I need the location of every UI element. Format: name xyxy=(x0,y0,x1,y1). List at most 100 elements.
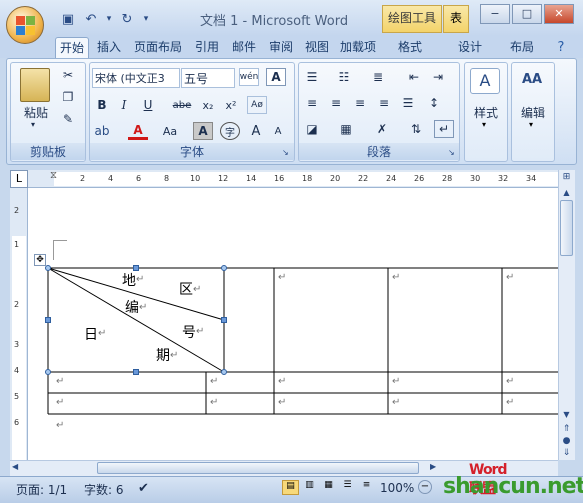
maximize-button[interactable]: □ xyxy=(512,4,542,24)
align-left-icon[interactable]: ≡ xyxy=(302,94,322,112)
draft-view-icon[interactable]: ≡ xyxy=(358,480,375,495)
shape-handle[interactable] xyxy=(133,369,139,375)
full-screen-reading-icon[interactable]: ▥ xyxy=(301,480,318,495)
office-button[interactable] xyxy=(6,6,44,44)
italic-button[interactable]: I xyxy=(114,96,134,114)
enclose-characters-icon[interactable]: 字 xyxy=(220,122,240,140)
tab-insert[interactable]: 插入 xyxy=(92,37,126,59)
tab-selector[interactable]: L xyxy=(10,170,28,188)
clear-formatting-icon[interactable]: Aø xyxy=(247,96,267,114)
show-marks-icon[interactable]: ↵ xyxy=(434,120,454,138)
shape-handle[interactable] xyxy=(221,265,227,271)
shape-handle[interactable] xyxy=(45,317,51,323)
tab-layout[interactable]: 布局 xyxy=(500,37,544,59)
bold-button[interactable]: B xyxy=(92,96,112,114)
superscript-button[interactable]: x² xyxy=(221,96,241,114)
paste-button[interactable]: 粘贴 xyxy=(16,104,56,121)
align-center-icon[interactable]: ≡ xyxy=(326,94,346,112)
page-count-status[interactable]: 页面: 1/1 xyxy=(16,481,67,498)
paste-icon[interactable] xyxy=(20,68,50,102)
phonetic-guide-icon[interactable]: wén xyxy=(239,68,259,86)
browse-object-icon[interactable]: ● xyxy=(560,436,573,448)
print-layout-view-icon[interactable]: ▤ xyxy=(282,480,299,495)
align-right-icon[interactable]: ≡ xyxy=(350,94,370,112)
format-painter-icon[interactable]: ✎ xyxy=(58,110,78,128)
change-case-button[interactable]: Aa xyxy=(160,122,180,140)
increase-indent-icon[interactable]: ⇥ xyxy=(428,68,448,86)
cell-text-bian[interactable]: 编 xyxy=(125,297,139,317)
character-shading-icon[interactable]: A xyxy=(193,122,213,140)
find-icon[interactable]: AA xyxy=(517,68,547,94)
undo-icon[interactable]: ↶ xyxy=(81,10,101,28)
tab-review[interactable]: 审阅 xyxy=(264,37,298,59)
undo-dropdown-icon[interactable]: ▾ xyxy=(104,10,114,28)
styles-icon[interactable]: A xyxy=(470,68,500,94)
tab-design[interactable]: 设计 xyxy=(450,37,490,59)
indent-marker-icon[interactable]: ⧖ xyxy=(50,170,57,181)
multilevel-list-icon[interactable]: ≣ xyxy=(368,68,388,86)
strikethrough-button[interactable]: abe xyxy=(172,96,192,114)
shape-handle[interactable] xyxy=(221,317,227,323)
tab-home[interactable]: 开始 xyxy=(55,37,89,59)
tab-mailings[interactable]: 邮件 xyxy=(227,37,261,59)
tab-format[interactable]: 格式 xyxy=(390,37,430,59)
cut-icon[interactable]: ✂ xyxy=(58,66,78,84)
cell-text-qi[interactable]: 期 xyxy=(156,345,170,365)
cell-text-ri[interactable]: 日 xyxy=(84,324,98,344)
cell-text-di[interactable]: 地 xyxy=(122,270,136,290)
web-layout-icon[interactable]: ▦ xyxy=(320,480,337,495)
word-count-status[interactable]: 字数: 6 xyxy=(84,481,124,498)
shape-handle[interactable] xyxy=(221,369,227,375)
outline-view-icon[interactable]: ☰ xyxy=(339,480,356,495)
styles-button[interactable]: 样式 xyxy=(466,104,506,121)
tab-view[interactable]: 视图 xyxy=(300,37,334,59)
previous-page-icon[interactable]: ⇑ xyxy=(560,424,573,436)
font-dialog-launcher-icon[interactable]: ↘ xyxy=(282,148,289,157)
copy-icon[interactable]: ❐ xyxy=(58,88,78,106)
tab-page-layout[interactable]: 页面布局 xyxy=(130,37,186,59)
help-icon[interactable]: ? xyxy=(551,40,571,58)
editing-button[interactable]: 编辑 xyxy=(513,104,553,121)
paste-dropdown-icon[interactable]: ▾ xyxy=(31,120,35,129)
minimize-button[interactable]: − xyxy=(480,4,510,24)
redo-icon[interactable]: ↻ xyxy=(117,10,137,28)
decrease-indent-icon[interactable]: ⇤ xyxy=(404,68,424,86)
editing-dropdown-icon[interactable]: ▾ xyxy=(529,120,533,129)
zoom-level[interactable]: 100% xyxy=(380,481,414,495)
line-spacing-icon[interactable]: ↕ xyxy=(424,94,444,112)
subscript-button[interactable]: x₂ xyxy=(198,96,218,114)
table-move-handle-icon[interactable]: ✥ xyxy=(34,254,46,266)
close-button[interactable]: ✕ xyxy=(544,4,574,24)
font-size-select[interactable]: 五号 xyxy=(181,68,235,88)
numbering-icon[interactable]: ☷ xyxy=(334,68,354,86)
save-icon[interactable]: ▣ xyxy=(58,10,78,28)
scroll-left-icon[interactable]: ◀ xyxy=(12,462,18,471)
customize-qat-icon[interactable]: ▾ xyxy=(140,10,152,28)
tab-addins[interactable]: 加载项 xyxy=(336,37,380,59)
grow-font-button[interactable]: A xyxy=(246,122,266,140)
character-border-icon[interactable]: A xyxy=(266,68,286,86)
shrink-font-button[interactable]: A xyxy=(268,122,288,140)
font-color-button[interactable]: A xyxy=(128,122,148,140)
font-name-select[interactable]: 宋体 (中文正3 xyxy=(92,68,180,88)
underline-button[interactable]: U xyxy=(138,96,158,114)
paragraph-dialog-launcher-icon[interactable]: ↘ xyxy=(448,148,455,157)
shading-icon[interactable]: ◪ xyxy=(302,120,322,138)
highlight-icon[interactable]: ab xyxy=(92,122,112,140)
shape-handle[interactable] xyxy=(45,369,51,375)
scroll-right-icon[interactable]: ▶ xyxy=(430,462,436,471)
scroll-up-icon[interactable]: ▲ xyxy=(560,188,573,200)
horizontal-scroll-thumb[interactable] xyxy=(97,462,419,474)
styles-dropdown-icon[interactable]: ▾ xyxy=(482,120,486,129)
distributed-icon[interactable]: ☰ xyxy=(398,94,418,112)
proofing-icon[interactable]: ✔ xyxy=(138,481,149,496)
tab-references[interactable]: 引用 xyxy=(190,37,224,59)
next-page-icon[interactable]: ⇓ xyxy=(560,448,573,460)
scroll-down-icon[interactable]: ▼ xyxy=(560,410,573,422)
vertical-scroll-thumb[interactable] xyxy=(560,200,573,256)
cell-text-qu[interactable]: 区 xyxy=(179,279,193,299)
asian-layout-icon[interactable]: ✗ xyxy=(372,120,392,138)
borders-icon[interactable]: ▦ xyxy=(336,120,356,138)
ruler-toggle-icon[interactable]: ⊞ xyxy=(560,172,573,186)
zoom-out-icon[interactable]: − xyxy=(418,480,432,494)
